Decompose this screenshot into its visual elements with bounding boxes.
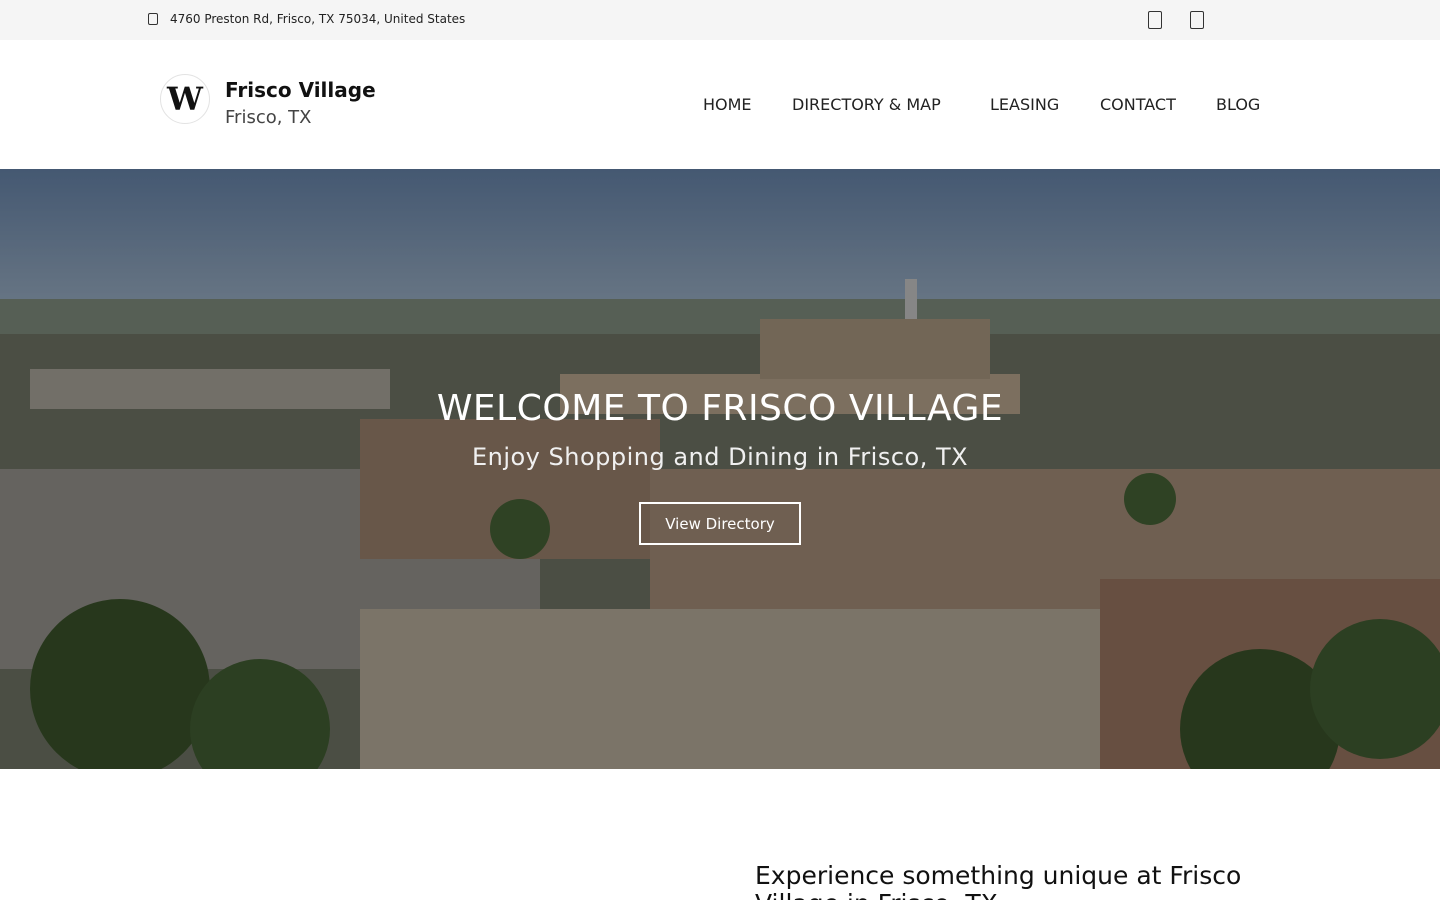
nav-leasing[interactable]: LEASING — [990, 95, 1059, 114]
intro-heading: Experience something unique at Frisco Vi… — [755, 861, 1242, 900]
instagram-icon[interactable] — [1190, 11, 1204, 29]
hero-banner: WELCOME TO FRISCO VILLAGE Enjoy Shopping… — [0, 169, 1440, 769]
hero-title: WELCOME TO FRISCO VILLAGE — [436, 388, 1004, 429]
nav-blog[interactable]: BLOG — [1216, 95, 1260, 114]
address-text: 4760 Preston Rd, Frisco, TX 75034, Unite… — [170, 12, 466, 26]
location-pin-icon — [148, 13, 158, 25]
nav-contact[interactable]: CONTACT — [1100, 95, 1176, 114]
facebook-icon[interactable] — [1148, 11, 1162, 29]
view-directory-button[interactable]: View Directory — [639, 502, 801, 545]
hero-subtitle: Enjoy Shopping and Dining in Frisco, TX — [471, 443, 969, 471]
main-nav: HOME DIRECTORY & MAP LEASING CONTACT BLO… — [0, 95, 1440, 115]
nav-home[interactable]: HOME — [703, 95, 752, 114]
site-header: W Frisco Village Frisco, TX HOME DIRECTO… — [0, 40, 1440, 169]
top-bar: 4760 Preston Rd, Frisco, TX 75034, Unite… — [0, 0, 1440, 40]
nav-directory-map[interactable]: DIRECTORY & MAP — [792, 95, 941, 114]
address: 4760 Preston Rd, Frisco, TX 75034, Unite… — [148, 12, 465, 26]
